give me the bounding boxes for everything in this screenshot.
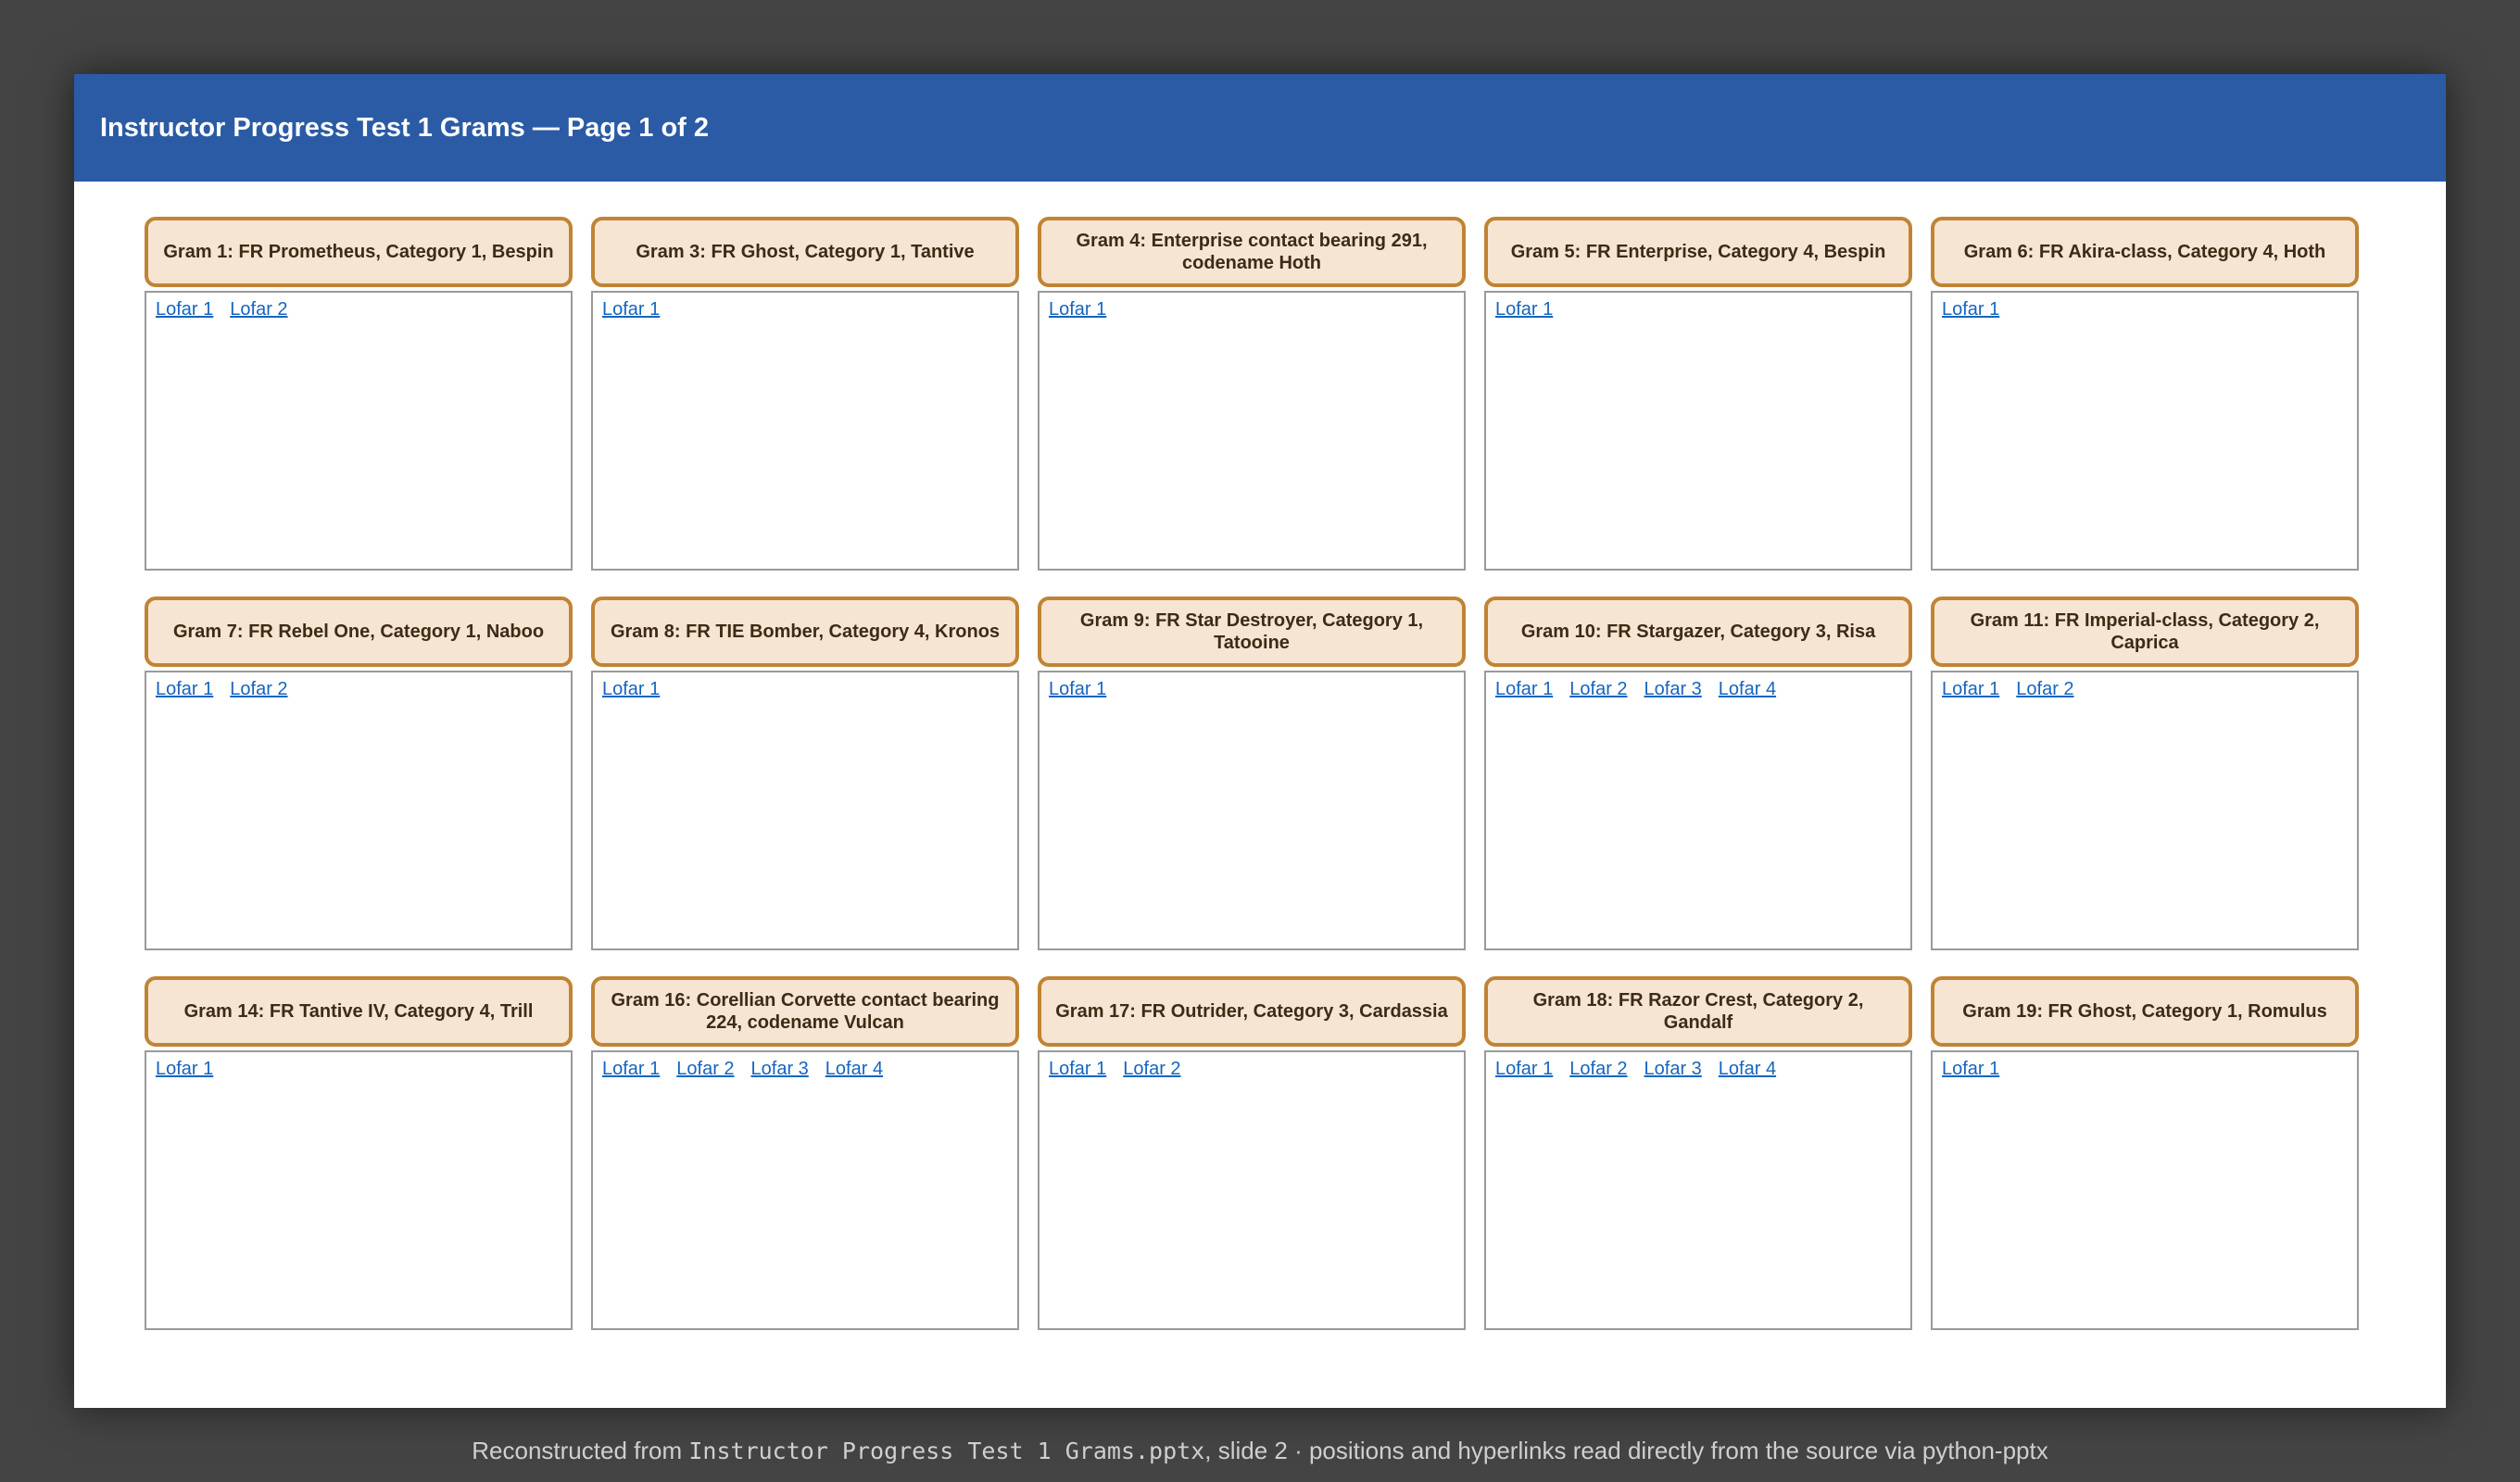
lofar-links-box: Lofar 1 Lofar 2 Lofar 3 Lofar 4	[1484, 671, 1912, 950]
gram-title: Gram 17: FR Outrider, Category 3, Cardas…	[1038, 976, 1466, 1047]
gram-card: Gram 14: FR Tantive IV, Category 4, Tril…	[145, 976, 573, 1330]
lofar-link[interactable]: Lofar 1	[1942, 1056, 1999, 1082]
gram-card: Gram 7: FR Rebel One, Category 1, Naboo L…	[145, 597, 573, 950]
lofar-link[interactable]: Lofar 2	[676, 1056, 734, 1082]
gram-card: Gram 5: FR Enterprise, Category 4, Bespi…	[1484, 217, 1912, 571]
lofar-links-box: Lofar 1 Lofar 2	[1931, 671, 2359, 950]
gram-card: Gram 6: FR Akira-class, Category 4, Hoth…	[1931, 217, 2359, 571]
lofar-link[interactable]: Lofar 1	[156, 1056, 213, 1082]
gram-title: Gram 18: FR Razor Crest, Category 2, Gan…	[1484, 976, 1912, 1047]
gram-card: Gram 19: FR Ghost, Category 1, Romulus Lo…	[1931, 976, 2359, 1330]
gram-title: Gram 9: FR Star Destroyer, Category 1, T…	[1038, 597, 1466, 667]
gram-card: Gram 8: FR TIE Bomber, Category 4, Krono…	[591, 597, 1019, 950]
gram-title: Gram 8: FR TIE Bomber, Category 4, Krono…	[591, 597, 1019, 667]
lofar-link[interactable]: Lofar 1	[1942, 296, 1999, 322]
lofar-link[interactable]: Lofar 1	[1495, 296, 1553, 322]
gram-card: Gram 4: Enterprise contact bearing 291, …	[1038, 217, 1466, 571]
lofar-link[interactable]: Lofar 1	[1049, 676, 1106, 702]
lofar-link[interactable]: Lofar 3	[1644, 676, 1702, 702]
lofar-links-box: Lofar 1 Lofar 2 Lofar 3 Lofar 4	[591, 1050, 1019, 1330]
gram-card: Gram 9: FR Star Destroyer, Category 1, T…	[1038, 597, 1466, 950]
lofar-link[interactable]: Lofar 1	[1049, 296, 1106, 322]
gram-card: Gram 11: FR Imperial-class, Category 2, …	[1931, 597, 2359, 950]
gram-title: Gram 10: FR Stargazer, Category 3, Risa	[1484, 597, 1912, 667]
slide-title: Instructor Progress Test 1 Grams — Page …	[100, 113, 710, 143]
lofar-link[interactable]: Lofar 3	[751, 1056, 809, 1082]
lofar-link[interactable]: Lofar 1	[1942, 676, 1999, 702]
gram-title: Gram 4: Enterprise contact bearing 291, …	[1038, 217, 1466, 287]
lofar-link[interactable]: Lofar 1	[1495, 676, 1553, 702]
lofar-link[interactable]: Lofar 4	[1719, 676, 1776, 702]
lofar-link[interactable]: Lofar 1	[1049, 1056, 1106, 1082]
lofar-link[interactable]: Lofar 2	[1569, 676, 1627, 702]
lofar-links-box: Lofar 1 Lofar 2	[1038, 1050, 1466, 1330]
footer-filename: Instructor Progress Test 1 Grams.pptx	[688, 1438, 1205, 1464]
lofar-link[interactable]: Lofar 1	[602, 1056, 660, 1082]
gram-title: Gram 1: FR Prometheus, Category 1, Bespi…	[145, 217, 573, 287]
gram-card: Gram 18: FR Razor Crest, Category 2, Gan…	[1484, 976, 1912, 1330]
lofar-links-box: Lofar 1 Lofar 2	[145, 291, 573, 571]
lofar-link[interactable]: Lofar 2	[230, 296, 287, 322]
footer-prefix: Reconstructed from	[472, 1437, 689, 1464]
gram-card: Gram 3: FR Ghost, Category 1, Tantive Lof…	[591, 217, 1019, 571]
gram-title: Gram 5: FR Enterprise, Category 4, Bespi…	[1484, 217, 1912, 287]
slide: Instructor Progress Test 1 Grams — Page …	[74, 74, 2446, 1408]
lofar-links-box: Lofar 1	[1931, 1050, 2359, 1330]
lofar-links-box: Lofar 1	[1038, 291, 1466, 571]
lofar-link[interactable]: Lofar 1	[156, 296, 213, 322]
lofar-link[interactable]: Lofar 2	[1123, 1056, 1180, 1082]
gram-card: Gram 16: Corellian Corvette contact bear…	[591, 976, 1019, 1330]
lofar-link[interactable]: Lofar 4	[825, 1056, 883, 1082]
lofar-links-box: Lofar 1 Lofar 2	[145, 671, 573, 950]
footer-caption: Reconstructed from Instructor Progress T…	[0, 1430, 2520, 1472]
lofar-links-box: Lofar 1	[1038, 671, 1466, 950]
lofar-links-box: Lofar 1	[1931, 291, 2359, 571]
lofar-links-box: Lofar 1	[591, 291, 1019, 571]
lofar-link[interactable]: Lofar 1	[602, 296, 660, 322]
lofar-links-box: Lofar 1	[1484, 291, 1912, 571]
footer-suffix: , slide 2 · positions and hyperlinks rea…	[1204, 1437, 2048, 1464]
gram-title: Gram 16: Corellian Corvette contact bear…	[591, 976, 1019, 1047]
lofar-links-box: Lofar 1 Lofar 2 Lofar 3 Lofar 4	[1484, 1050, 1912, 1330]
gram-title: Gram 19: FR Ghost, Category 1, Romulus	[1931, 976, 2359, 1047]
slide-header-bar: Instructor Progress Test 1 Grams — Page …	[74, 74, 2446, 182]
gram-title: Gram 6: FR Akira-class, Category 4, Hoth	[1931, 217, 2359, 287]
lofar-link[interactable]: Lofar 1	[602, 676, 660, 702]
lofar-link[interactable]: Lofar 2	[1569, 1056, 1627, 1082]
lofar-link[interactable]: Lofar 1	[1495, 1056, 1553, 1082]
gram-grid: Gram 1: FR Prometheus, Category 1, Bespi…	[145, 217, 2359, 1330]
gram-card: Gram 17: FR Outrider, Category 3, Cardas…	[1038, 976, 1466, 1330]
lofar-link[interactable]: Lofar 2	[2016, 676, 2073, 702]
gram-card: Gram 10: FR Stargazer, Category 3, Risa L…	[1484, 597, 1912, 950]
gram-title: Gram 7: FR Rebel One, Category 1, Naboo	[145, 597, 573, 667]
lofar-link[interactable]: Lofar 3	[1644, 1056, 1702, 1082]
lofar-links-box: Lofar 1	[591, 671, 1019, 950]
lofar-links-box: Lofar 1	[145, 1050, 573, 1330]
lofar-link[interactable]: Lofar 2	[230, 676, 287, 702]
gram-title: Gram 11: FR Imperial-class, Category 2, …	[1931, 597, 2359, 667]
gram-title: Gram 3: FR Ghost, Category 1, Tantive	[591, 217, 1019, 287]
gram-card: Gram 1: FR Prometheus, Category 1, Bespi…	[145, 217, 573, 571]
gram-title: Gram 14: FR Tantive IV, Category 4, Tril…	[145, 976, 573, 1047]
lofar-link[interactable]: Lofar 1	[156, 676, 213, 702]
lofar-link[interactable]: Lofar 4	[1719, 1056, 1776, 1082]
